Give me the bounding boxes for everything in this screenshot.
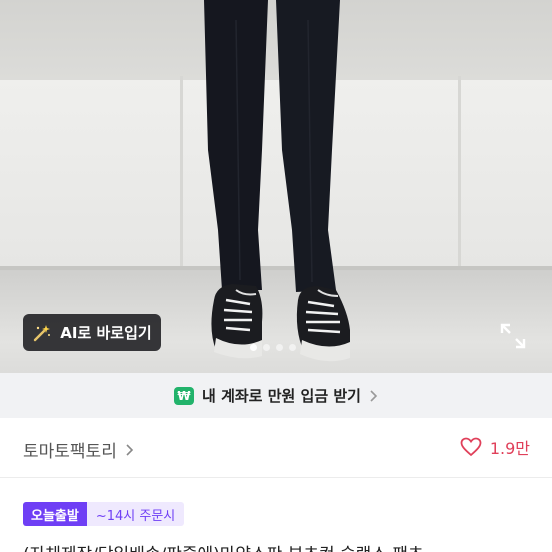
chevron-right-icon	[370, 389, 378, 402]
ai-try-on-button[interactable]: AI로 바로입기	[23, 314, 161, 351]
like-count: 1.9만	[489, 439, 530, 458]
shop-link[interactable]: 토마토팩토리	[23, 437, 134, 462]
expand-icon[interactable]	[500, 323, 526, 349]
account-deposit-banner[interactable]: ₩ 내 계좌로 만원 입금 받기	[0, 373, 552, 418]
shop-name: 토마토팩토리	[23, 442, 117, 462]
today-shipping-badge: 오늘출발	[23, 502, 87, 526]
delivery-tags: 오늘출발 ~14시 주문시	[23, 502, 185, 526]
like-button[interactable]: 1.9만	[460, 435, 530, 459]
order-cutoff-badge: ~14시 주문시	[86, 502, 185, 526]
carousel-dot[interactable]	[263, 344, 270, 351]
magic-wand-icon	[34, 324, 51, 341]
carousel-indicator	[250, 344, 296, 351]
won-icon: ₩	[174, 386, 195, 405]
carousel-dot[interactable]	[289, 344, 296, 351]
promo-text: 내 계좌로 만원 입금 받기	[202, 387, 361, 405]
chevron-right-icon	[126, 443, 133, 456]
carousel-dot[interactable]	[276, 344, 283, 351]
ai-try-on-label: AI로 바로입기	[60, 324, 152, 342]
carousel-dot[interactable]	[250, 344, 257, 351]
right-sneaker	[296, 286, 350, 362]
heart-icon	[460, 437, 482, 457]
product-image[interactable]: AI로 바로입기	[0, 0, 552, 373]
product-title: (자체제작/당일배송/판줄에)마약스판 부츠컷 슬랙스 팬츠	[23, 540, 552, 552]
shop-row: 토마토팩토리 1.9만	[0, 418, 552, 478]
